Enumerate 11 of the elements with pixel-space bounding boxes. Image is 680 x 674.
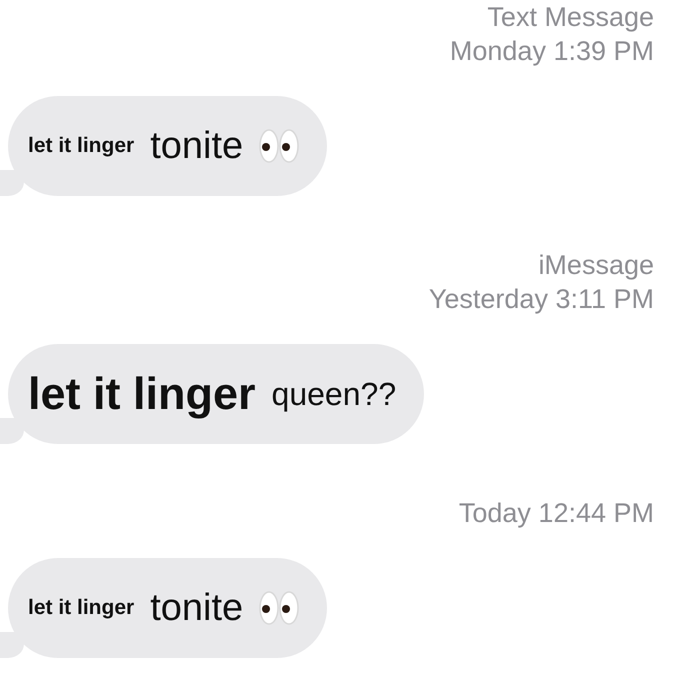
message-text: let it linger — [28, 134, 134, 158]
message-text: let it linger — [28, 596, 134, 620]
timestamp: Yesterday 3:11 PM — [428, 283, 654, 316]
timestamp: Today 12:44 PM — [458, 497, 654, 530]
message-text: tonite — [150, 586, 244, 630]
timestamp: Monday 1:39 PM — [450, 35, 654, 68]
timestamp: Text Message — [487, 1, 654, 34]
timestamp: iMessage — [538, 249, 654, 282]
message-text: tonite — [150, 124, 244, 168]
message-text: queen?? — [272, 376, 396, 412]
message-text: let it linger — [28, 368, 256, 420]
